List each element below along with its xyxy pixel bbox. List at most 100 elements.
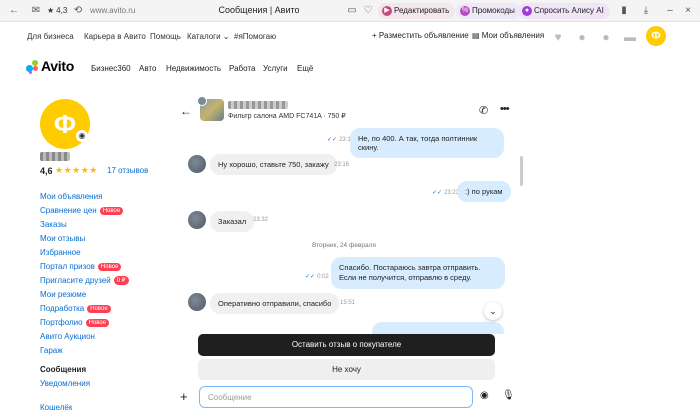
- nav-career[interactable]: Карьера в Авито: [84, 32, 146, 41]
- nav-business[interactable]: Для бизнеса: [27, 32, 74, 41]
- alice-pill-button[interactable]: ● Спросить Алису AI: [518, 3, 610, 19]
- sidebar-item-label: Сравнение цен: [40, 206, 97, 215]
- edit-icon: ▶: [382, 6, 392, 16]
- leave-review-button[interactable]: Оставить отзыв о покупателе: [198, 334, 495, 356]
- user-avatar[interactable]: Ф: [646, 26, 666, 46]
- microphone-icon[interactable]: 🎙: [502, 390, 515, 401]
- sidebar-item-side-jobs[interactable]: Подработка Новое: [40, 304, 111, 313]
- sidebar-item-wallet[interactable]: Кошелёк: [40, 403, 72, 412]
- close-icon[interactable]: ×: [682, 5, 694, 17]
- buyer-avatar[interactable]: [188, 155, 206, 173]
- sidebar-heading-messages[interactable]: Сообщения: [40, 365, 86, 374]
- read-check-icon: ✓✓: [305, 274, 316, 280]
- read-check-icon: ✓✓: [432, 190, 443, 196]
- alice-pill-label: Спросить Алису AI: [534, 6, 604, 15]
- reader-mode-icon[interactable]: ▭: [346, 5, 358, 17]
- sidebar-item-label: Мои объявления: [40, 192, 103, 201]
- cat-auto[interactable]: Авто: [139, 64, 156, 73]
- message-outgoing: Не, по 400. А так, тогда полтинник скину…: [350, 128, 504, 158]
- downloads-icon[interactable]: ⤓: [640, 5, 652, 17]
- message-input[interactable]: [199, 386, 473, 408]
- message-time: ✓✓ 23:23: [432, 189, 459, 196]
- cat-business360[interactable]: Бизнес360: [91, 64, 131, 73]
- favorites-heart-icon[interactable]: ♥: [551, 30, 565, 44]
- decline-review-button[interactable]: Не хочу: [198, 359, 495, 380]
- nav-help[interactable]: Помощь: [150, 32, 181, 41]
- rating-score: 4,6: [40, 166, 53, 176]
- cat-more[interactable]: Ещё: [297, 64, 313, 73]
- sidebar-item-orders[interactable]: Заказы: [40, 220, 67, 229]
- sidebar-item-garage[interactable]: Гараж: [40, 346, 63, 355]
- tab-overview-icon[interactable]: ✉: [30, 5, 42, 17]
- chat-item-title[interactable]: Фильтр салона AMD FC741A · 750 ₽: [228, 112, 346, 120]
- message-incoming: Ну хорошо, ставьте 750, закажу: [210, 154, 337, 175]
- signal-icon[interactable]: ▮: [618, 5, 630, 17]
- scroll-down-chevron-icon[interactable]: ⌄: [484, 302, 502, 320]
- edit-pill-button[interactable]: ▶ Редактировать: [378, 3, 456, 19]
- sidebar-item-label: Гараж: [40, 346, 63, 355]
- promo-pill-button[interactable]: % Промокоды: [456, 3, 521, 19]
- more-options-icon[interactable]: •••: [500, 103, 510, 115]
- message-time-value: 0:02: [317, 274, 329, 280]
- sidebar-item-prizes[interactable]: Портал призов Новое: [40, 262, 122, 271]
- messages-icon[interactable]: ●: [599, 30, 613, 44]
- site-rating-value: 4,3: [56, 6, 68, 15]
- chevron-down-icon: ⌄: [222, 32, 230, 41]
- address-bar[interactable]: www.avito.ru: [90, 6, 135, 15]
- new-badge: Новое: [87, 305, 111, 313]
- back-icon[interactable]: ←: [8, 5, 20, 17]
- sidebar-item-label: Портфолио: [40, 318, 83, 327]
- sidebar-item-auction[interactable]: Авито Аукцион: [40, 332, 95, 341]
- buyer-avatar[interactable]: [188, 211, 206, 229]
- star-icon: ★: [47, 6, 55, 15]
- sidebar-item-label: Мои отзывы: [40, 234, 86, 243]
- chat-scrollbar[interactable]: [520, 156, 523, 186]
- alice-icon: ●: [522, 6, 532, 16]
- chat-user-name-redacted: [228, 101, 288, 109]
- sidebar-item-portfolio[interactable]: Портфолио Новое: [40, 318, 110, 327]
- logo-text: Avito: [41, 58, 74, 74]
- cat-realty[interactable]: Недвижимость: [166, 64, 221, 73]
- minimize-icon[interactable]: –: [664, 5, 676, 17]
- message-incoming: Заказал: [210, 211, 255, 232]
- message-outgoing: Спасибо. Постараюсь завтра отправить. Ес…: [331, 257, 505, 289]
- sidebar-item-my-ads[interactable]: Мои объявления: [40, 192, 102, 201]
- sidebar-item-notifications[interactable]: Уведомления: [40, 379, 90, 388]
- percent-icon: %: [460, 6, 470, 16]
- back-arrow-icon[interactable]: ←: [180, 104, 192, 118]
- nav-ihelp[interactable]: #яПомогаю: [234, 32, 276, 41]
- camera-icon[interactable]: ◉: [76, 130, 88, 142]
- sidebar-item-resumes[interactable]: Мои резюме: [40, 290, 86, 299]
- cart-icon[interactable]: ▬: [623, 30, 637, 44]
- profile-name-redacted: [40, 152, 70, 161]
- message-incoming: Оперативно отправили, спасибо: [210, 293, 340, 314]
- message-outgoing-partial: [372, 322, 504, 334]
- cat-services[interactable]: Услуги: [263, 64, 288, 73]
- my-ads-button[interactable]: ▤ Мои объявления: [472, 31, 544, 40]
- post-ad-button[interactable]: + Разместить объявление: [372, 31, 469, 40]
- buyer-avatar[interactable]: [188, 293, 206, 311]
- site-rating[interactable]: ★ 4,3: [47, 6, 67, 15]
- nav-catalogs[interactable]: Каталоги ⌄: [187, 32, 230, 41]
- cat-jobs[interactable]: Работа: [229, 64, 255, 73]
- bookmark-icon[interactable]: ♡: [362, 5, 374, 17]
- date-separator: Вторник, 24 февраля: [312, 242, 376, 249]
- reviews-link[interactable]: 17 отзывов: [107, 166, 148, 175]
- sidebar-item-label: Избранное: [40, 248, 81, 257]
- nav-catalogs-label: Каталоги: [187, 32, 221, 41]
- message-time: 15:51: [340, 300, 356, 306]
- sync-icon[interactable]: ⟲: [72, 5, 84, 17]
- top-navigation: Для бизнеса Карьера в Авито Помощь Катал…: [0, 22, 700, 52]
- sidebar-item-favorites[interactable]: Избранное: [40, 248, 81, 257]
- notifications-bell-icon[interactable]: ●: [575, 30, 589, 44]
- sidebar-item-my-reviews[interactable]: Мои отзывы: [40, 234, 85, 243]
- camera-icon[interactable]: ◉: [480, 390, 489, 401]
- seller-avatar: [197, 96, 207, 106]
- attach-plus-icon[interactable]: +: [180, 389, 188, 404]
- plus-icon: +: [372, 31, 377, 40]
- sidebar-item-price-compare[interactable]: Сравнение цен Новое: [40, 206, 124, 215]
- phone-icon[interactable]: ✆: [479, 104, 488, 117]
- new-badge: Новое: [97, 263, 122, 271]
- sidebar-item-invite[interactable]: Пригласите друзей 0 ₽: [40, 276, 129, 285]
- browser-toolbar: ← ✉ ★ 4,3 ⟲ www.avito.ru Сообщения | Авит…: [0, 0, 700, 22]
